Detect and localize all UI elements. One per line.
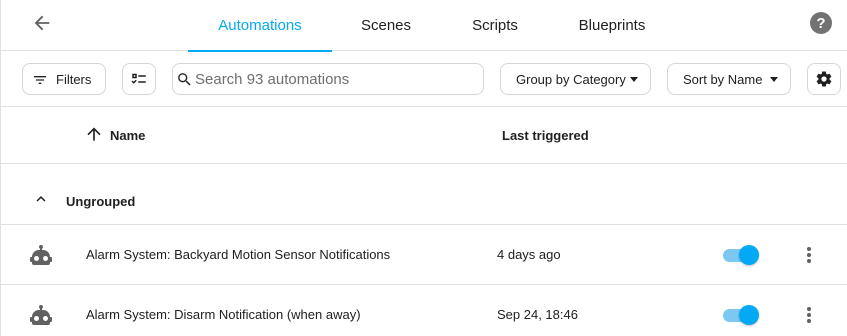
toolbar: Filters Group by Category Sort by Name xyxy=(0,51,847,107)
tab-automations[interactable]: Automations xyxy=(188,0,332,52)
caret-down-icon xyxy=(630,77,638,82)
enable-toggle[interactable] xyxy=(723,244,761,266)
table-row[interactable]: Alarm System: Backyard Motion Sensor Not… xyxy=(0,225,847,285)
group-by-label: Group by Category xyxy=(516,72,626,87)
back-button[interactable] xyxy=(29,10,55,36)
magnify-icon xyxy=(178,72,191,86)
top-app-bar: Automations Scenes Scripts Blueprints ? xyxy=(0,0,847,52)
group-label: Ungrouped xyxy=(66,194,136,209)
column-header-name[interactable]: Name xyxy=(110,128,145,143)
checklist-icon xyxy=(131,73,146,84)
last-triggered-value: Sep 24, 18:46 xyxy=(497,307,578,322)
filters-button[interactable]: Filters xyxy=(22,63,106,95)
dots-vertical-icon[interactable] xyxy=(801,305,817,325)
caret-down-icon xyxy=(770,77,778,82)
search-input[interactable] xyxy=(195,70,475,88)
last-triggered-value: 4 days ago xyxy=(497,247,561,262)
enable-toggle[interactable] xyxy=(723,304,761,326)
column-header-last-triggered[interactable]: Last triggered xyxy=(502,128,589,143)
table-row[interactable]: Alarm System: Disarm Notification (when … xyxy=(0,285,847,336)
tab-scenes[interactable]: Scenes xyxy=(346,0,426,51)
gear-icon xyxy=(816,71,832,87)
tab-scripts[interactable]: Scripts xyxy=(456,0,534,51)
toggle-knob xyxy=(739,245,759,265)
sort-name-button[interactable] xyxy=(84,124,104,147)
settings-button[interactable] xyxy=(807,63,841,95)
tab-blueprints[interactable]: Blueprints xyxy=(566,0,658,51)
search-box xyxy=(172,63,484,95)
filter-variant-icon xyxy=(34,76,46,84)
automation-name: Alarm System: Backyard Motion Sensor Not… xyxy=(86,247,391,262)
group-by-dropdown[interactable]: Group by Category xyxy=(500,63,651,95)
chevron-up-icon[interactable] xyxy=(32,190,50,208)
sort-by-label: Sort by Name xyxy=(683,72,763,87)
arrow-left-icon xyxy=(34,15,50,31)
help-circle-icon[interactable]: ? xyxy=(810,12,832,34)
multiselect-button[interactable] xyxy=(122,63,156,95)
robot-icon xyxy=(30,245,52,265)
group-header-ungrouped[interactable]: Ungrouped xyxy=(0,164,847,225)
arrow-up-icon xyxy=(87,127,101,141)
toggle-knob xyxy=(739,305,759,325)
automation-name: Alarm System: Disarm Notification (when … xyxy=(86,307,361,322)
robot-icon xyxy=(30,305,52,325)
table-header: Name Last triggered xyxy=(0,107,847,164)
sort-by-dropdown[interactable]: Sort by Name xyxy=(667,63,791,95)
filters-label: Filters xyxy=(56,72,92,87)
dots-vertical-icon[interactable] xyxy=(801,245,817,265)
